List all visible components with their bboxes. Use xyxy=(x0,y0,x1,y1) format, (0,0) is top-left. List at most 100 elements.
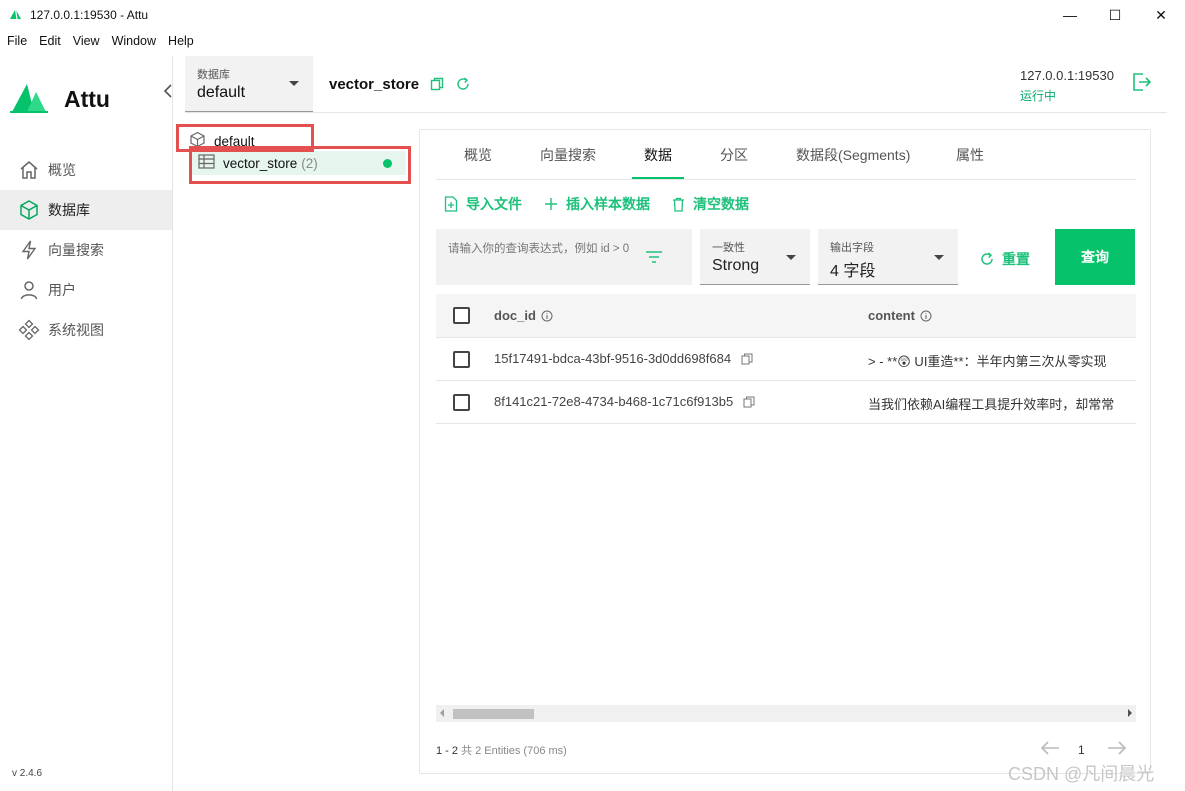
output-fields-label: 输出字段 xyxy=(830,242,874,254)
consistency-label: 一致性 xyxy=(712,242,745,254)
collection-title: vector_store xyxy=(329,76,420,93)
left-nav: Attu 概览 数据库 向量搜索 用户 系统视图 v 2.4.6 xyxy=(0,56,173,791)
prev-page-icon[interactable] xyxy=(1040,738,1060,761)
attu-logo-icon xyxy=(10,82,48,117)
menu-view[interactable]: View xyxy=(61,34,100,54)
tab-partitions[interactable]: 分区 xyxy=(708,130,760,180)
database-select-value: default xyxy=(197,84,246,101)
trash-icon xyxy=(672,197,685,212)
caret-down-icon xyxy=(786,255,796,260)
nav-item-overview[interactable]: 概览 xyxy=(0,150,172,190)
maximize-button[interactable]: ☐ xyxy=(1092,0,1138,30)
user-icon xyxy=(18,279,40,301)
refresh-icon[interactable] xyxy=(456,77,470,94)
import-file-button[interactable]: 导入文件 xyxy=(444,194,522,214)
table-row[interactable]: 15f17491-bdca-43bf-9516-3d0dd698f684 > -… xyxy=(436,338,1136,381)
nav-label: 数据库 xyxy=(48,202,90,218)
pagination-range: 1 - 2 xyxy=(436,745,459,757)
tab-data[interactable]: 数据 xyxy=(632,130,684,180)
pagination-summary: 共 2 Entities (706 ms) xyxy=(461,745,567,757)
close-button[interactable]: ✕ xyxy=(1138,0,1184,30)
nav-item-vector-search[interactable]: 向量搜索 xyxy=(0,230,172,270)
server-status: 运行中 xyxy=(1020,89,1057,103)
caret-down-icon xyxy=(934,255,944,260)
tab-vector-search[interactable]: 向量搜索 xyxy=(528,130,608,180)
info-icon xyxy=(920,310,932,322)
cube-icon xyxy=(18,199,40,221)
collection-panel: 概览 向量搜索 数据 分区 数据段(Segments) 属性 导入文件 插入样本… xyxy=(419,129,1151,774)
database-select-label: 数据库 xyxy=(197,69,230,81)
query-placeholder: 请输入你的查询表达式，例如 id > 0 xyxy=(448,243,630,255)
highlight-box-collection xyxy=(189,146,411,184)
copy-icon[interactable] xyxy=(741,353,753,365)
nav-item-database[interactable]: 数据库 xyxy=(0,190,172,230)
clear-data-button[interactable]: 清空数据 xyxy=(672,194,749,214)
menu-edit[interactable]: Edit xyxy=(27,34,61,54)
reset-label: 重置 xyxy=(1002,251,1030,267)
nav-label: 概览 xyxy=(48,162,76,178)
clear-data-label: 清空数据 xyxy=(693,196,749,212)
logout-icon[interactable] xyxy=(1131,72,1153,95)
nav-item-users[interactable]: 用户 xyxy=(0,270,172,310)
active-tab-indicator xyxy=(632,177,684,179)
app-version: v 2.4.6 xyxy=(12,768,43,779)
server-address: 127.0.0.1:19530 xyxy=(1020,68,1114,83)
window-titlebar: 127.0.0.1:19530 - Attu — ☐ ✕ xyxy=(0,0,1185,30)
doc-id-cell: 15f17491-bdca-43bf-9516-3d0dd698f684 xyxy=(494,351,753,366)
pagination-info: 1 - 2 共 2 Entities (706 ms) xyxy=(436,742,567,758)
content-cell: > - **😲 UI重造**：半年内第三次从零实现 xyxy=(868,354,1107,369)
copy-icon[interactable] xyxy=(430,77,444,94)
filter-icon[interactable] xyxy=(646,251,662,266)
collapse-nav-button[interactable] xyxy=(163,83,173,104)
brand-name: Attu xyxy=(64,86,110,112)
import-file-label: 导入文件 xyxy=(466,196,522,212)
brand: Attu xyxy=(10,82,110,117)
row-checkbox[interactable] xyxy=(453,394,470,411)
menu-help[interactable]: Help xyxy=(156,34,194,54)
table-header: doc_id content xyxy=(436,294,1136,338)
nav-label: 系统视图 xyxy=(48,322,104,338)
tab-segments[interactable]: 数据段(Segments) xyxy=(784,130,922,180)
reset-icon xyxy=(980,252,994,266)
row-checkbox[interactable] xyxy=(453,351,470,368)
content-cell: 当我们依赖AI编程工具提升效率时，却常常 xyxy=(868,397,1115,412)
menu-window[interactable]: Window xyxy=(100,34,156,54)
insert-sample-button[interactable]: 插入样本数据 xyxy=(544,194,650,214)
scroll-left-icon[interactable] xyxy=(440,709,444,717)
nav-label: 向量搜索 xyxy=(48,242,104,258)
query-expression-input[interactable]: 请输入你的查询表达式，例如 id > 0 xyxy=(436,229,692,285)
select-all-checkbox[interactable] xyxy=(453,307,470,324)
next-page-icon[interactable] xyxy=(1107,738,1127,761)
output-fields-value: 4 字段 xyxy=(830,263,876,280)
current-page[interactable]: 1 xyxy=(1078,743,1085,757)
menu-bar: File Edit View Window Help xyxy=(0,34,194,54)
output-fields-select[interactable]: 输出字段 4 字段 xyxy=(818,229,958,285)
menu-file[interactable]: File xyxy=(0,34,27,54)
table-row[interactable]: 8f141c21-72e8-4734-b468-1c71c6f913b5 当我们… xyxy=(436,381,1136,424)
database-select[interactable]: 数据库 default xyxy=(185,56,313,112)
query-button[interactable]: 查询 xyxy=(1055,229,1135,285)
caret-down-icon xyxy=(289,81,299,86)
consistency-select[interactable]: 一致性 Strong xyxy=(700,229,810,285)
horizontal-scrollbar[interactable] xyxy=(436,705,1136,722)
copy-icon[interactable] xyxy=(743,396,755,408)
header-divider xyxy=(185,112,1167,113)
info-icon xyxy=(541,310,553,322)
insert-sample-label: 插入样本数据 xyxy=(566,196,650,212)
column-header-content[interactable]: content xyxy=(868,308,932,323)
minimize-button[interactable]: — xyxy=(1047,0,1093,30)
attu-logo-icon xyxy=(9,8,22,23)
scroll-right-icon[interactable] xyxy=(1128,709,1132,717)
watermark: CSDN @凡间晨光 xyxy=(1008,764,1155,784)
tab-overview[interactable]: 概览 xyxy=(452,130,504,180)
data-table: doc_id content 15f17491-bdca-43bf-9516-3… xyxy=(436,294,1136,426)
consistency-value: Strong xyxy=(712,257,760,274)
window-title: 127.0.0.1:19530 - Attu xyxy=(30,8,149,22)
pagination-controls: 1 xyxy=(1040,738,1127,761)
column-header-doc-id[interactable]: doc_id xyxy=(494,308,553,323)
nav-item-system-view[interactable]: 系统视图 xyxy=(0,310,172,350)
scrollbar-thumb[interactable] xyxy=(453,709,534,719)
tab-properties[interactable]: 属性 xyxy=(944,130,996,180)
reset-button[interactable]: 重置 xyxy=(980,249,1030,269)
plus-icon xyxy=(544,197,558,211)
